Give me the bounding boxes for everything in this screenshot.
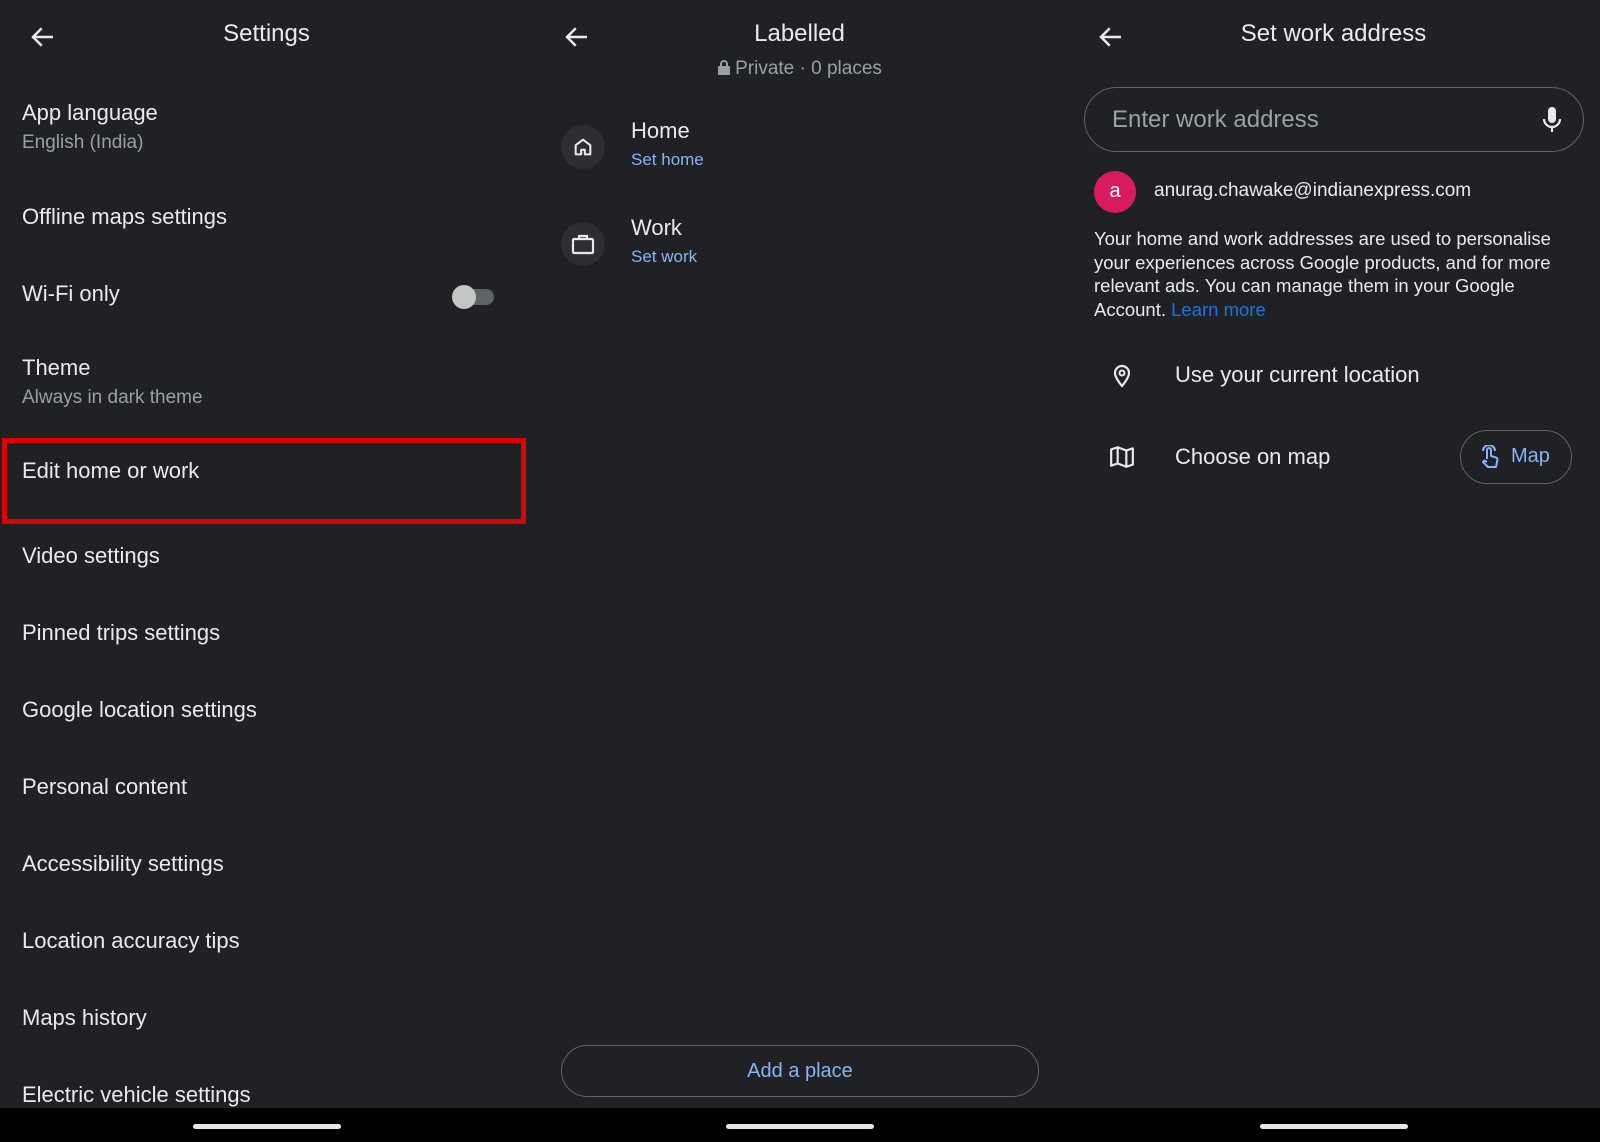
item-label: Edit home or work	[22, 458, 200, 483]
page-title: Settings	[223, 20, 310, 47]
place-name: Home	[631, 118, 690, 143]
set-work-link[interactable]: Set work	[631, 247, 697, 267]
settings-item-location-accuracy[interactable]: Location accuracy tips	[22, 928, 533, 954]
set-work-address-screen: Set work address a anurag.chawake@indian…	[1067, 0, 1600, 1108]
system-navigation-bar	[0, 1108, 1600, 1142]
touch-hand-icon	[1482, 445, 1499, 468]
add-a-place-button[interactable]: Add a place	[561, 1045, 1039, 1097]
privacy-count-text: Private · 0 places	[735, 58, 882, 79]
home-icon	[574, 138, 592, 156]
map-icon	[1110, 446, 1134, 468]
list-subtitle: Private · 0 places	[533, 58, 1066, 80]
item-label: Video settings	[22, 543, 160, 568]
settings-item-google-location[interactable]: Google location settings	[22, 697, 533, 723]
option-label: Use your current location	[1175, 362, 1420, 387]
map-button[interactable]: Map	[1460, 430, 1572, 484]
page-title: Set work address	[1240, 20, 1427, 47]
place-name: Work	[631, 215, 682, 240]
settings-screen: Settings App language English (India) Of…	[0, 0, 533, 1108]
settings-item-accessibility[interactable]: Accessibility settings	[22, 851, 533, 877]
item-label: Pinned trips settings	[22, 620, 221, 645]
settings-item-wifi-only[interactable]: Wi-Fi only	[22, 281, 473, 307]
work-icon-circle	[561, 222, 605, 266]
settings-item-theme[interactable]: Theme Always in dark theme	[22, 355, 533, 409]
item-sublabel: English (India)	[22, 132, 144, 153]
settings-item-ev-settings[interactable]: Electric vehicle settings	[22, 1082, 533, 1108]
item-label: Offline maps settings	[22, 204, 228, 229]
account-email: anurag.chawake@indianexpress.com	[1154, 180, 1472, 201]
microphone-icon[interactable]	[1539, 106, 1565, 134]
set-home-link[interactable]: Set home	[631, 150, 704, 170]
description-text: Your home and work addresses are used to…	[1094, 228, 1551, 320]
item-label: Accessibility settings	[22, 851, 224, 876]
item-label: Maps history	[22, 1005, 147, 1030]
item-sublabel: Always in dark theme	[22, 387, 203, 408]
toggle-knob	[452, 285, 476, 309]
option-label: Choose on map	[1175, 444, 1331, 469]
settings-item-personal-content[interactable]: Personal content	[22, 774, 533, 800]
labelled-screen: Labelled Private · 0 places Home Set hom…	[533, 0, 1066, 1108]
account-avatar[interactable]: a	[1094, 171, 1136, 213]
lock-icon	[718, 60, 731, 75]
map-button-label: Map	[1511, 445, 1550, 467]
settings-item-video[interactable]: Video settings	[22, 543, 533, 569]
home-icon-circle	[561, 125, 605, 169]
item-label: Personal content	[22, 774, 188, 799]
work-address-search-box	[1084, 87, 1584, 152]
gesture-handle[interactable]	[1260, 1124, 1408, 1129]
use-current-location-option[interactable]: Use your current location	[1067, 345, 1600, 405]
work-address-input[interactable]	[1110, 100, 1514, 140]
privacy-description: Your home and work addresses are used to…	[1094, 227, 1579, 321]
page-title: Labelled	[754, 20, 845, 47]
item-label: Google location settings	[22, 697, 257, 722]
settings-item-edit-home-or-work[interactable]: Edit home or work	[22, 458, 533, 484]
item-label: Theme	[22, 355, 91, 380]
location-pin-icon	[1113, 364, 1131, 388]
learn-more-link[interactable]: Learn more	[1171, 299, 1266, 320]
wifi-only-toggle[interactable]	[452, 285, 496, 309]
item-label: Wi-Fi only	[22, 281, 120, 306]
briefcase-icon	[571, 234, 595, 255]
gesture-handle[interactable]	[726, 1124, 874, 1129]
settings-item-app-language[interactable]: App language English (India)	[22, 100, 533, 154]
item-label: Electric vehicle settings	[22, 1082, 251, 1107]
item-label: Location accuracy tips	[22, 928, 240, 953]
gesture-handle[interactable]	[193, 1124, 341, 1129]
settings-item-maps-history[interactable]: Maps history	[22, 1005, 533, 1031]
settings-item-offline-maps[interactable]: Offline maps settings	[22, 204, 533, 230]
settings-item-pinned-trips[interactable]: Pinned trips settings	[22, 620, 533, 646]
item-label: App language	[22, 100, 158, 125]
